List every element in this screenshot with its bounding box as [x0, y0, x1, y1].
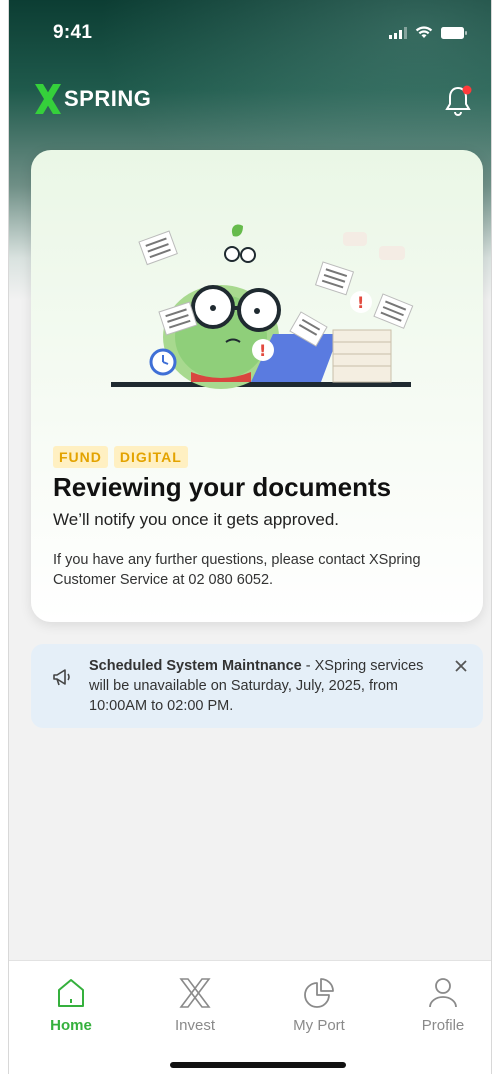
tab-profile-label: Profile	[421, 1017, 465, 1034]
tab-invest-label: Invest	[174, 1017, 216, 1034]
status-bar: 9:41	[9, 0, 491, 64]
notice-text: Scheduled System Maintnance - XSpring se…	[89, 656, 439, 716]
svg-text:!: !	[259, 341, 266, 360]
home-icon	[58, 979, 84, 1007]
megaphone-icon	[53, 669, 70, 686]
reviewing-documents-illustration: ! !	[111, 224, 414, 389]
contact-info-text: If you have any further questions, pleas…	[53, 552, 421, 588]
bottom-tab-bar: Home Invest My Port Profile	[9, 960, 491, 1074]
svg-text:!: !	[357, 293, 364, 312]
tab-my-port[interactable]: My Port	[269, 975, 369, 1034]
user-icon	[429, 978, 457, 1008]
close-icon[interactable]	[451, 656, 471, 676]
tab-my-port-label: My Port	[293, 1017, 345, 1034]
tag-fund: FUND	[53, 446, 108, 468]
notification-bell-icon[interactable]	[443, 84, 473, 118]
card-title: Reviewing your documents	[53, 472, 392, 502]
tab-invest[interactable]: Invest	[145, 975, 245, 1034]
wifi-icon	[415, 26, 433, 38]
battery-icon	[441, 26, 467, 39]
card-tags: FUND DIGITAL	[53, 446, 188, 468]
tag-digital: DIGITAL	[113, 446, 188, 468]
card-subtitle: We’ll notify you once it gets approved.	[53, 510, 340, 529]
notice-title: Scheduled System Maintnance	[89, 658, 302, 674]
notice-separator: -	[301, 658, 315, 674]
brand-logo: SPRING	[33, 82, 151, 116]
status-icons	[389, 26, 467, 39]
status-time: 9:41	[53, 22, 93, 43]
maintenance-notice-banner: Scheduled System Maintnance - XSpring se…	[31, 644, 483, 728]
logo-x-icon	[35, 84, 61, 114]
tab-profile[interactable]: Profile	[393, 975, 491, 1034]
home-indicator[interactable]	[170, 1062, 346, 1068]
tab-home-label: Home	[50, 1017, 92, 1034]
tab-home[interactable]: Home	[21, 975, 121, 1034]
phone-screen: 9:41 SPRING ! ! FUND DIGITAL Reviewing y…	[8, 0, 492, 1074]
logo-text: SPRING	[64, 86, 152, 111]
status-card: ! ! FUND DIGITAL Reviewing your document…	[31, 150, 483, 622]
signal-icon	[389, 26, 407, 39]
pie-chart-icon	[304, 978, 334, 1008]
invest-icon	[179, 978, 211, 1008]
